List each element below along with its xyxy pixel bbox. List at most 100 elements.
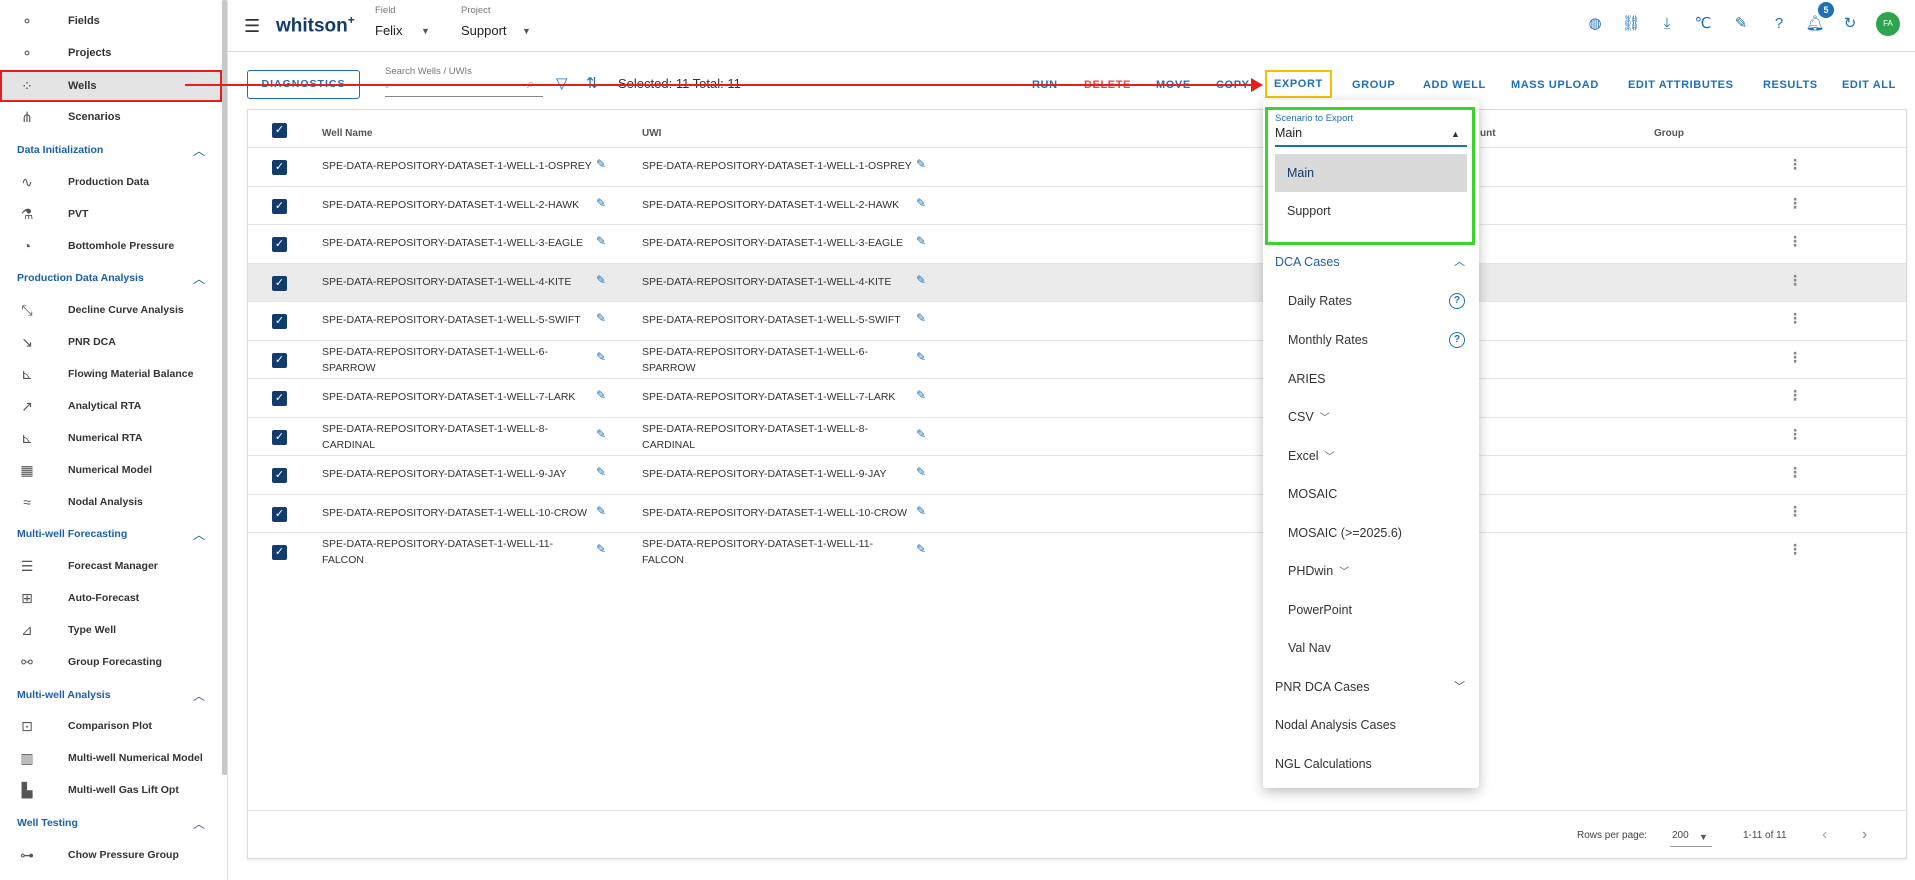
edit-pencil-icon[interactable]: ✎ (916, 234, 926, 248)
table-row[interactable]: ✓ SPE-DATA-REPOSITORY-DATASET-1-WELL-1-O… (248, 147, 1906, 186)
export-powerpoint[interactable]: PowerPoint (1263, 591, 1479, 629)
help-icon[interactable]: ? (1769, 14, 1789, 34)
menu-icon[interactable]: ☰ (244, 16, 260, 37)
row-checkbox[interactable]: ✓ (272, 391, 287, 406)
export-mosaic[interactable]: MOSAIC (1263, 475, 1479, 513)
edit-all-button[interactable]: EDIT ALL (1842, 79, 1896, 91)
edit-pencil-icon[interactable]: ✎ (916, 388, 926, 402)
column-header-count[interactable]: unt (1480, 128, 1496, 139)
edit-pencil-icon[interactable]: ✎ (596, 388, 606, 402)
row-checkbox[interactable]: ✓ (272, 198, 287, 214)
more-vert-icon[interactable]: ⋮ (1788, 464, 1802, 481)
temperature-icon[interactable]: ℃ (1693, 14, 1713, 34)
section-multi-well-analysis[interactable]: Multi-well Analysis ︿ (0, 681, 222, 709)
more-vert-icon[interactable]: ⋮ (1788, 156, 1802, 173)
table-row[interactable]: ✓ SPE-DATA-REPOSITORY-DATASET-1-WELL-5-S… (248, 301, 1906, 340)
next-page-icon[interactable]: › (1862, 826, 1867, 844)
edit-attributes-button[interactable]: EDIT ATTRIBUTES (1628, 79, 1734, 91)
section-multi-well-forecasting[interactable]: Multi-well Forecasting ︿ (0, 520, 222, 548)
export-aries[interactable]: ARIES (1263, 360, 1479, 398)
row-checkbox[interactable]: ✓ (272, 545, 287, 560)
edit-pencil-icon[interactable]: ✎ (916, 311, 926, 325)
sidebar-item-chow-pressure-group[interactable]: ⊶ Chow Pressure Group (0, 840, 222, 870)
export-excel[interactable]: Excel ﹀ (1263, 437, 1479, 475)
table-row[interactable]: ✓ SPE-DATA-REPOSITORY-DATASET-1-WELL-4-K… (248, 262, 1906, 301)
column-header-uwi[interactable]: UWI (642, 128, 661, 139)
edit-pencil-icon[interactable]: ✎ (916, 273, 926, 287)
scenario-option-support[interactable]: Support (1275, 192, 1467, 230)
help-icon[interactable]: ? (1449, 332, 1465, 348)
edit-pencil-icon[interactable]: ✎ (596, 311, 606, 325)
edit-pencil-icon[interactable]: ✎ (596, 542, 606, 556)
sidebar-item-pvt[interactable]: ⚗ PVT (0, 199, 222, 229)
globe-icon[interactable]: ◍ (1585, 14, 1605, 34)
section-data-initialization[interactable]: Data Initialization ︿ (0, 136, 222, 164)
caret-up-icon[interactable]: ▲ (1451, 129, 1460, 139)
row-checkbox[interactable]: ✓ (272, 314, 287, 329)
nodal-analysis-cases-section[interactable]: Nodal Analysis Cases (1263, 706, 1479, 744)
prev-page-icon[interactable]: ‹ (1822, 826, 1827, 844)
results-button[interactable]: RESULTS (1763, 79, 1818, 91)
edit-pencil-icon[interactable]: ✎ (916, 427, 926, 441)
avatar[interactable]: FA (1876, 12, 1900, 36)
scenario-option-main[interactable]: Main (1275, 154, 1467, 192)
sidebar-scrollbar[interactable] (222, 0, 227, 775)
more-vert-icon[interactable]: ⋮ (1788, 233, 1802, 250)
row-checkbox[interactable]: ✓ (272, 468, 287, 483)
more-vert-icon[interactable]: ⋮ (1788, 195, 1802, 212)
export-mosaic-2025[interactable]: MOSAIC (>=2025.6) (1263, 514, 1479, 552)
project-select[interactable]: Support (461, 23, 507, 38)
field-select[interactable]: Felix (375, 23, 402, 38)
section-well-testing[interactable]: Well Testing ︿ (0, 809, 222, 837)
filter-icon[interactable]: ▽ (556, 74, 568, 92)
row-checkbox[interactable]: ✓ (272, 429, 287, 445)
sidebar-item-multi-well-gas-lift-opt[interactable]: ▙ Multi-well Gas Lift Opt (0, 775, 222, 805)
sidebar-item-nodal-analysis[interactable]: ≈ Nodal Analysis (0, 487, 222, 517)
edit-pencil-icon[interactable]: ✎ (596, 465, 606, 479)
export-val-nav[interactable]: Val Nav (1263, 629, 1479, 667)
table-row[interactable]: ✓ SPE-DATA-REPOSITORY-DATASET-1-WELL-11-… (248, 532, 1906, 571)
row-checkbox[interactable]: ✓ (272, 506, 287, 522)
more-vert-icon[interactable]: ⋮ (1788, 272, 1802, 289)
more-vert-icon[interactable]: ⋮ (1788, 310, 1802, 327)
download-icon[interactable]: ⤓ (1657, 14, 1677, 34)
row-checkbox[interactable]: ✓ (272, 275, 287, 291)
more-vert-icon[interactable]: ⋮ (1788, 503, 1802, 520)
table-row[interactable]: ✓ SPE-DATA-REPOSITORY-DATASET-1-WELL-8-C… (248, 416, 1906, 456)
row-checkbox[interactable]: ✓ (272, 160, 287, 175)
export-phdwin[interactable]: PHDwin ﹀ (1263, 552, 1479, 590)
mass-upload-button[interactable]: MASS UPLOAD (1511, 79, 1599, 91)
edit-pencil-icon[interactable]: ✎ (596, 350, 606, 364)
pnr-dca-cases-section[interactable]: PNR DCA Cases ﹀ (1263, 668, 1479, 706)
sidebar-item-numerical-rta[interactable]: ⊾ Numerical RTA (0, 423, 222, 453)
export-monthly-rates[interactable]: Monthly Rates ? (1263, 321, 1479, 359)
sidebar-item-fields[interactable]: ⚬ Fields (0, 6, 222, 36)
sidebar-item-numerical-model[interactable]: ▦ Numerical Model (0, 455, 222, 485)
select-all-checkbox[interactable]: ✓ (272, 123, 287, 138)
edit-pencil-icon[interactable]: ✎ (596, 234, 606, 248)
dca-cases-section[interactable]: DCA Cases ︿ (1263, 243, 1479, 281)
section-production-data-analysis[interactable]: Production Data Analysis ︿ (0, 264, 222, 292)
sidebar-item-forecast-manager[interactable]: ☰ Forecast Manager (0, 551, 222, 581)
caret-down-icon[interactable]: ▼ (1699, 832, 1708, 842)
export-daily-rates[interactable]: Daily Rates ? (1263, 282, 1479, 320)
table-row[interactable]: ✓ SPE-DATA-REPOSITORY-DATASET-1-WELL-10-… (248, 493, 1906, 533)
table-row[interactable]: ✓ SPE-DATA-REPOSITORY-DATASET-1-WELL-6-S… (248, 339, 1906, 379)
row-checkbox[interactable]: ✓ (272, 352, 287, 368)
more-vert-icon[interactable]: ⋮ (1788, 387, 1802, 404)
link-icon[interactable]: ⛓ (1621, 14, 1641, 34)
export-button[interactable]: EXPORT (1265, 70, 1332, 98)
refresh-icon[interactable]: ↻ (1840, 14, 1860, 34)
row-checkbox[interactable]: ✓ (272, 237, 287, 252)
edit-pencil-icon[interactable]: ✎ (596, 273, 606, 287)
add-well-button[interactable]: ADD WELL (1423, 79, 1486, 91)
sidebar-item-comparison-plot[interactable]: ⊡ Comparison Plot (0, 711, 222, 741)
table-row[interactable]: ✓ SPE-DATA-REPOSITORY-DATASET-1-WELL-7-L… (248, 378, 1906, 417)
edit-pencil-icon[interactable]: ✎ (916, 196, 926, 210)
table-row[interactable]: ✓ SPE-DATA-REPOSITORY-DATASET-1-WELL-2-H… (248, 185, 1906, 225)
scenario-select[interactable]: Main (1275, 126, 1302, 140)
edit-pencil-icon[interactable]: ✎ (916, 542, 926, 556)
caret-down-icon[interactable]: ▼ (421, 26, 430, 36)
more-vert-icon[interactable]: ⋮ (1788, 349, 1802, 366)
table-row[interactable]: ✓ SPE-DATA-REPOSITORY-DATASET-1-WELL-9-J… (248, 455, 1906, 494)
